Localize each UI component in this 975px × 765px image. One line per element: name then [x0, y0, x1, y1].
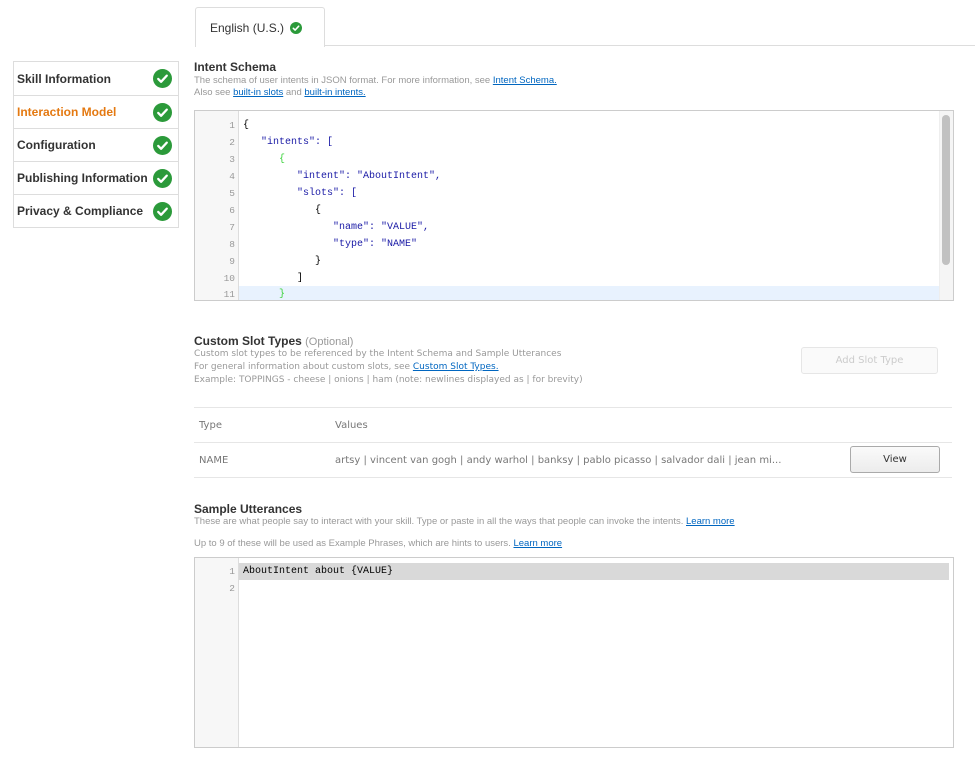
check-circle-icon [153, 69, 172, 88]
line-number: 9 [229, 256, 235, 267]
intent-schema-description: The schema of user intents in JSON forma… [194, 75, 557, 99]
line-number: 1 [229, 566, 235, 577]
code-text: "name": "VALUE", [243, 222, 430, 233]
built-in-intents-link[interactable]: built-in intents. [304, 87, 365, 98]
code-text: ] [243, 273, 304, 284]
check-circle-icon [153, 201, 172, 221]
code-line: 5 "slots": [ [195, 185, 953, 202]
code-line: 8 "type": "NAME" [195, 236, 953, 253]
code-line: 1{ [195, 117, 953, 134]
code-line: 2 [195, 580, 953, 597]
line-number: 2 [229, 583, 235, 594]
learn-more-link[interactable]: Learn more [686, 516, 735, 527]
code-line: 9 } [195, 253, 953, 270]
built-in-slots-link[interactable]: built-in slots [233, 87, 283, 98]
intent-schema-title: Intent Schema [194, 60, 277, 74]
scrollbar-thumb[interactable] [942, 115, 950, 265]
line-number: 10 [223, 273, 235, 284]
view-slot-type-button[interactable]: View [850, 446, 940, 473]
sidebar-item-label: Configuration [17, 138, 96, 152]
column-header-type: Type [199, 419, 222, 431]
description-text: and [283, 87, 305, 98]
description-text: For general information about custom slo… [194, 362, 413, 372]
sample-utterances-editor[interactable]: 1 AboutIntent about {VALUE} 2 [194, 557, 954, 748]
description-text: Example: TOPPINGS - cheese | onions | ha… [194, 375, 583, 385]
check-circle-icon [290, 21, 303, 34]
sidebar-item-privacy-compliance[interactable]: Privacy & Compliance [14, 194, 178, 227]
editor-scrollbar[interactable] [939, 111, 953, 300]
description-text: These are what people say to interact wi… [194, 516, 686, 527]
line-number: 4 [229, 171, 235, 182]
add-slot-type-button[interactable]: Add Slot Type [801, 347, 938, 374]
code-line: 4 "intent": "AboutIntent", [195, 168, 953, 185]
sample-utterances-title: Sample Utterances [194, 502, 303, 516]
sidebar-item-skill-information[interactable]: Skill Information [14, 62, 178, 95]
sidebar-item-label: Privacy & Compliance [17, 204, 144, 218]
code-text: { [243, 154, 286, 165]
sidebar-nav: Skill Information Interaction Model Conf… [13, 61, 179, 228]
code-text: { [243, 205, 322, 216]
description-text: Also see [194, 87, 234, 98]
sidebar-item-interaction-model[interactable]: Interaction Model [14, 95, 178, 128]
intent-schema-link[interactable]: Intent Schema. [493, 75, 557, 86]
sidebar-item-publishing-information[interactable]: Publishing Information [14, 161, 178, 194]
code-line: 3 { [195, 151, 953, 168]
code-text: } [243, 256, 322, 267]
check-circle-icon [153, 135, 172, 155]
table-header-row: Type Values [194, 407, 952, 442]
code-text: "type": "NAME" [243, 239, 418, 250]
line-number: 5 [229, 188, 235, 199]
description-text: Custom slot types to be referenced by th… [194, 349, 562, 359]
sidebar-item-label: Skill Information [17, 71, 112, 86]
code-line: 2 "intents": [ [195, 134, 953, 151]
code-text: "intents": [ [243, 137, 334, 148]
sidebar-item-label: Publishing Information [17, 171, 148, 185]
custom-slot-types-title: Custom Slot Types (Optional) [194, 334, 353, 348]
custom-slot-types-link[interactable]: Custom Slot Types. [413, 362, 499, 372]
code-line: 7 "name": "VALUE", [195, 219, 953, 236]
active-code-line: 1 AboutIntent about {VALUE} [229, 563, 949, 580]
example-phrases-description: Up to 9 of these will be used as Example… [194, 538, 562, 550]
line-number: 8 [229, 239, 235, 250]
sample-utterances-description: These are what people say to interact wi… [194, 516, 735, 528]
line-number: 1 [229, 120, 235, 131]
line-number: 6 [229, 205, 235, 216]
table-row: NAME artsy | vincent van gogh | andy war… [194, 442, 952, 478]
section-title-text: Custom Slot Types [194, 334, 302, 348]
active-code-line: 11 } [224, 286, 939, 300]
check-circle-icon [153, 102, 172, 122]
tab-baseline [325, 45, 975, 46]
code-text: "slots": [ [243, 188, 358, 199]
sidebar-item-configuration[interactable]: Configuration [14, 128, 178, 161]
learn-more-link[interactable]: Learn more [513, 538, 562, 549]
description-text: Up to 9 of these will be used as Example… [194, 538, 514, 549]
line-number: 7 [229, 222, 235, 233]
column-header-values: Values [335, 419, 368, 431]
optional-label: (Optional) [305, 336, 354, 348]
code-text: AboutIntent about {VALUE} [243, 566, 394, 577]
line-number: 11 [223, 289, 235, 300]
slot-type-name: NAME [199, 454, 229, 466]
code-text: } [243, 289, 286, 300]
code-text: "intent": "AboutIntent", [243, 171, 442, 182]
description-text: The schema of user intents in JSON forma… [194, 75, 493, 86]
slot-type-values: artsy | vincent van gogh | andy warhol |… [335, 454, 782, 466]
code-line: 6 { [195, 202, 953, 219]
sidebar-item-label: Interaction Model [17, 105, 117, 119]
code-text: { [243, 120, 250, 131]
line-number: 3 [229, 154, 235, 165]
tab-label: English (U.S.) [210, 20, 285, 35]
line-number: 2 [229, 137, 235, 148]
tab-english-us[interactable]: English (U.S.) [195, 7, 325, 47]
code-line: 10 ] [195, 270, 953, 287]
check-circle-icon [153, 168, 172, 188]
locale-tab-bar: English (U.S.) [195, 7, 975, 47]
slot-types-table: Type Values NAME artsy | vincent van gog… [194, 407, 952, 478]
custom-slot-types-description: Custom slot types to be referenced by th… [194, 348, 583, 387]
intent-schema-editor[interactable]: 1{ 2 "intents": [ 3 { 4 "intent": "About… [194, 110, 954, 301]
